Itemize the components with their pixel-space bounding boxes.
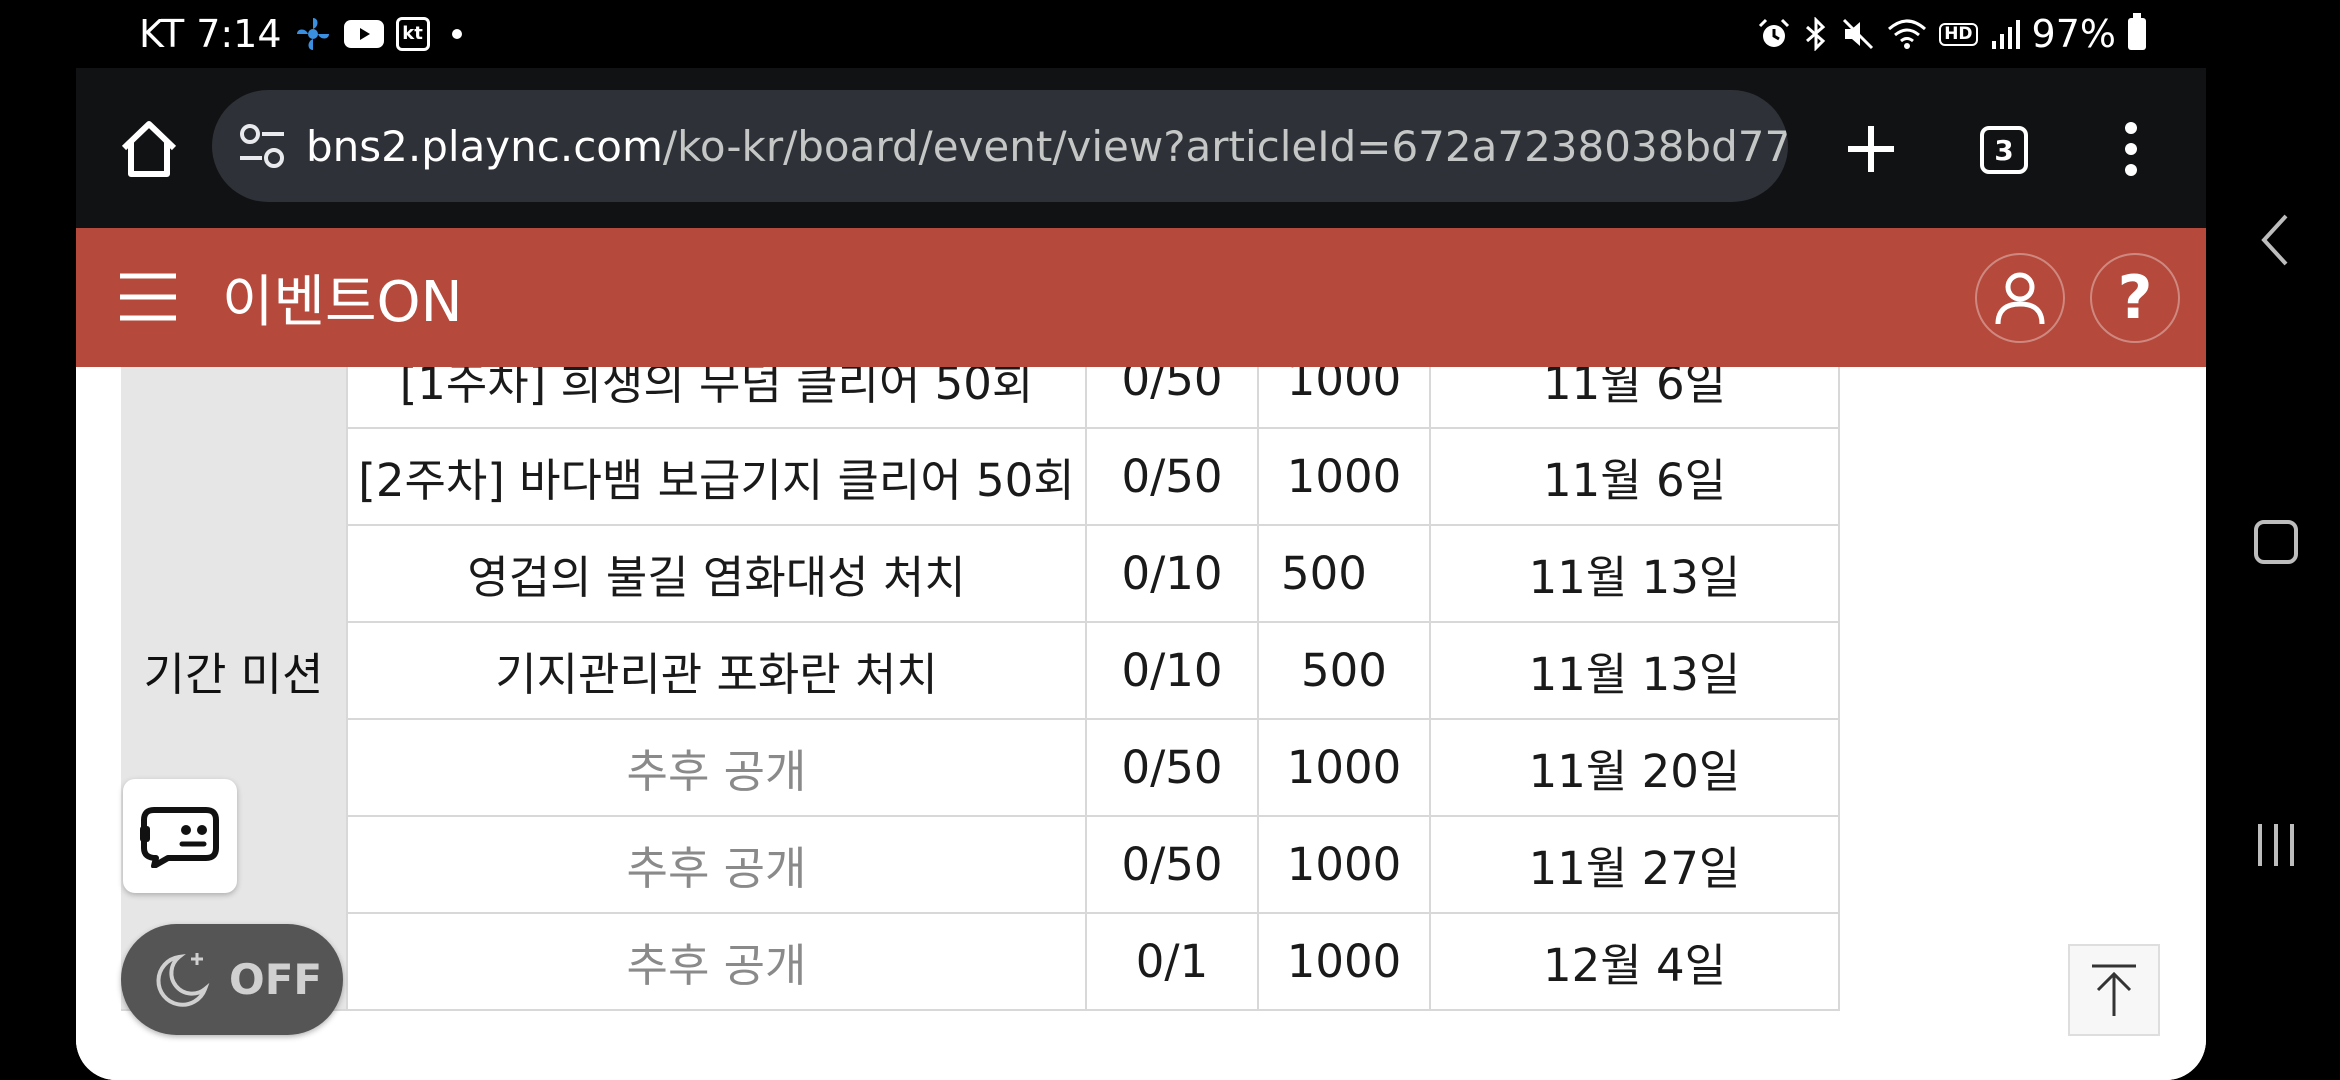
home-nav-icon[interactable] [2254, 520, 2298, 564]
new-tab-button[interactable] [1836, 114, 1906, 184]
url-path: /ko-kr/board/event/view?articleId=672a72… [662, 121, 1788, 171]
browser-toolbar: bns2.plaync.com/ko-kr/board/event/view?a… [76, 68, 2206, 228]
mission-reward-cell: 1000 [1257, 815, 1431, 914]
help-button[interactable]: ? [2090, 253, 2180, 343]
site-settings-icon[interactable] [232, 116, 292, 176]
url-domain: bns2.plaync.com [306, 121, 663, 171]
mission-reward-cell: 500 [1257, 621, 1431, 720]
recents-icon[interactable] [2254, 820, 2298, 870]
hamburger-icon [120, 273, 176, 321]
mission-date-cell: 11월 27일 [1429, 815, 1840, 914]
table-row: 추후 공개 0/1 1000 12월 4일 [121, 912, 1840, 1011]
notification-dot-icon [451, 29, 462, 39]
browser-menu-button[interactable] [2106, 114, 2156, 184]
address-bar[interactable]: bns2.plaync.com/ko-kr/board/event/view?a… [212, 90, 1788, 202]
home-icon [121, 121, 177, 177]
page-content: 기간 미션 [1주차] 희생의 무덤 클리어 50회 0/50 1000 11월… [76, 367, 2206, 1080]
mission-name-cell: 추후 공개 [346, 718, 1087, 817]
dark-mode-state-label: OFF [229, 955, 323, 1004]
table-row: 기지관리관 포화란 처치 0/10 500 11월 13일 [121, 621, 1840, 720]
signal-icon [1990, 17, 2020, 51]
url-text[interactable]: bns2.plaync.com/ko-kr/board/event/view?a… [306, 122, 1788, 171]
phone-screen: KT 7:14 kt HD 97% bns2.plaync.com/ko-kr/… [76, 0, 2206, 1080]
arrow-up-icon [2092, 964, 2136, 1016]
plus-icon [1848, 126, 1894, 172]
dark-mode-toggle[interactable]: OFF [121, 924, 343, 1035]
scroll-to-top-button[interactable] [2068, 944, 2160, 1036]
youtube-icon [343, 20, 384, 48]
status-bar: KT 7:14 kt HD 97% [76, 0, 2206, 68]
mission-date-cell: 11월 6일 [1429, 367, 1840, 429]
more-vert-icon [2125, 122, 2137, 176]
mission-progress-cell: 0/10 [1085, 621, 1259, 720]
carrier-label: KT [139, 12, 185, 56]
mission-reward-cell: 500 [1257, 524, 1431, 623]
mission-name-cell: [2주차] 바다뱀 보급기지 클리어 50회 [346, 427, 1087, 526]
mission-reward-cell: 1000 [1257, 718, 1431, 817]
mission-name-cell: 영겁의 불길 염화대성 처치 [346, 524, 1087, 623]
mute-icon [1841, 17, 1875, 51]
mission-progress-cell: 0/50 [1085, 815, 1259, 914]
mission-progress-cell: 0/50 [1085, 367, 1259, 429]
back-icon[interactable] [2256, 210, 2292, 270]
mission-name-cell: [1주차] 희생의 무덤 클리어 50회 [346, 367, 1087, 429]
status-right: HD 97% [1757, 8, 2146, 60]
clock-time: 7:14 [196, 12, 282, 56]
mission-progress-cell: 0/10 [1085, 524, 1259, 623]
menu-button[interactable] [118, 270, 178, 324]
app-header: 이벤트ON ? [76, 228, 2206, 367]
mission-progress-cell: 0/1 [1085, 912, 1259, 1011]
mission-category-cell: 기간 미션 [121, 367, 348, 1011]
table-row: 기간 미션 [1주차] 희생의 무덤 클리어 50회 0/50 1000 11월… [121, 367, 1840, 1011]
page-title: 이벤트ON [222, 270, 463, 335]
chatbot-icon [140, 807, 219, 868]
tab-switcher-button[interactable]: 3 [1980, 126, 2028, 174]
table-row: 추후 공개 0/50 1000 11월 20일 [121, 718, 1840, 817]
mission-progress-cell: 0/50 [1085, 427, 1259, 526]
account-button[interactable] [1975, 253, 2065, 343]
fan-icon [294, 15, 332, 53]
battery-percent: 97% [2031, 12, 2116, 56]
bluetooth-icon [1803, 17, 1829, 51]
chatbot-button[interactable] [123, 779, 237, 893]
mission-progress-cell: 0/50 [1085, 718, 1259, 817]
wifi-icon [1887, 17, 1927, 51]
alarm-icon [1757, 17, 1791, 51]
table-row: [2주차] 바다뱀 보급기지 클리어 50회 0/50 1000 11월 6일 [121, 427, 1840, 526]
status-left: KT 7:14 kt [139, 8, 462, 60]
mission-reward-cell: 1000 [1257, 912, 1431, 1011]
mission-reward-cell: 1000 [1257, 367, 1431, 429]
mission-name-cell: 추후 공개 [346, 912, 1087, 1011]
table-row: 추후 공개 0/50 1000 11월 27일 [121, 815, 1840, 914]
mission-date-cell: 12월 4일 [1429, 912, 1840, 1011]
battery-icon [2128, 13, 2146, 50]
help-icon: ? [2117, 263, 2153, 333]
user-icon [1995, 272, 2045, 325]
mission-reward-cell: 1000 [1257, 427, 1431, 526]
hd-voice-icon: HD [1939, 22, 1978, 46]
mission-name-cell: 추후 공개 [346, 815, 1087, 914]
table-row: 영겁의 불길 염화대성 처치 0/10 500 11월 13일 [121, 524, 1840, 623]
mission-name-cell: 기지관리관 포화란 처치 [346, 621, 1087, 720]
kt-icon: kt [395, 17, 430, 51]
mission-date-cell: 11월 13일 [1429, 621, 1840, 720]
mission-table: 기간 미션 [1주차] 희생의 무덤 클리어 50회 0/50 1000 11월… [121, 367, 1840, 1011]
home-button[interactable] [114, 114, 184, 184]
mission-date-cell: 11월 13일 [1429, 524, 1840, 623]
moon-icon [156, 952, 210, 1007]
mission-date-cell: 11월 6일 [1429, 427, 1840, 526]
mission-date-cell: 11월 20일 [1429, 718, 1840, 817]
